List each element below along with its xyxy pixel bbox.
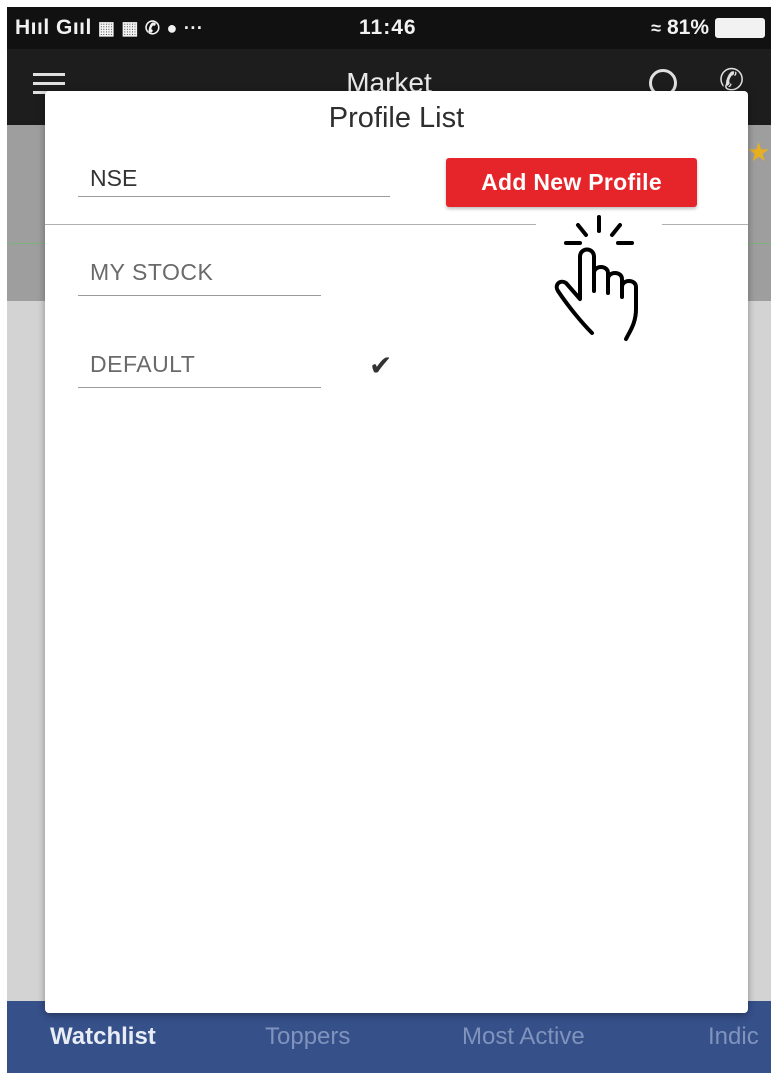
signal-text: Hııl Gııl [15,16,92,39]
tab-watchlist[interactable]: Watchlist [50,1023,156,1051]
status-right: ≈ 81% [651,16,765,40]
profile-label: DEFAULT [90,351,196,377]
sim-icon: ▦ [121,17,139,38]
tab-indices[interactable]: Indic [708,1023,759,1051]
status-left: Hııl Gııl ▦ ▦ ✆ ● ··· [15,16,203,40]
profile-list-dialog: Profile List Add New Profile MY STOCK DE… [45,91,748,1013]
whatsapp-icon: ✆ [144,17,161,38]
tab-toppers[interactable]: Toppers [265,1023,350,1051]
chat-icon: ● [166,17,178,38]
profile-item-default[interactable]: DEFAULT [78,345,321,388]
tab-most-active[interactable]: Most Active [462,1023,585,1051]
dialog-title: Profile List [328,102,465,134]
profile-item-my-stock[interactable]: MY STOCK [78,253,321,296]
star-icon: ★ [747,137,771,167]
check-icon: ✔ [369,350,393,381]
profile-name-input[interactable] [78,161,390,197]
add-new-profile-button[interactable]: Add New Profile [446,158,697,207]
status-bar: Hııl Gııl ▦ ▦ ✆ ● ··· 11:46 ≈ 81% [7,7,771,49]
status-time: 11:46 [359,16,417,39]
profile-label: MY STOCK [90,259,214,285]
more-icon: ··· [183,17,204,38]
battery-icon [715,18,765,38]
battery-percent: 81% [666,16,709,39]
tap-hand-icon [536,213,662,343]
wifi-icon: ≈ [651,17,661,38]
sim-icon: ▦ [97,17,116,38]
